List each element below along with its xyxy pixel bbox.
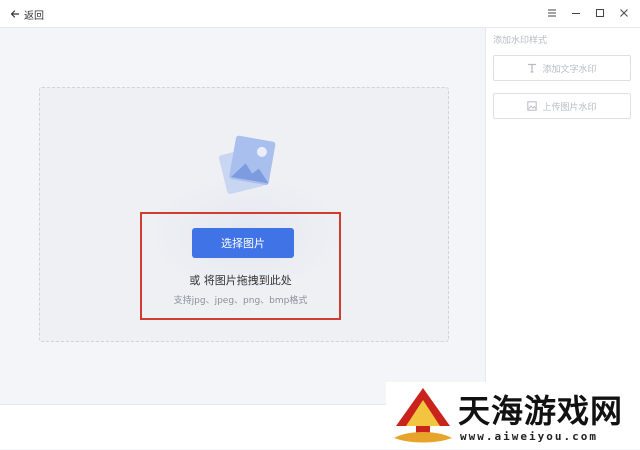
site-name: 天海游戏网 bbox=[458, 392, 624, 430]
title-bar: 返回 bbox=[0, 0, 640, 28]
upload-image-watermark-label: 上传图片水印 bbox=[542, 102, 597, 113]
workspace: 选择图片 或 将图片拖拽到此处 支持jpg、jpeg、png、bmp格式 bbox=[0, 28, 484, 404]
minimize-icon[interactable] bbox=[568, 5, 584, 21]
text-icon bbox=[527, 63, 537, 73]
supported-formats-text: 支持jpg、jpeg、png、bmp格式 bbox=[173, 296, 308, 306]
maximize-icon[interactable] bbox=[592, 5, 608, 21]
panel-title: 添加水印样式 bbox=[493, 36, 548, 46]
watermark-style-panel: 添加水印样式 添加文字水印 上传图片水印 bbox=[485, 28, 640, 404]
site-logo-icon bbox=[392, 386, 454, 446]
site-url: www.aiweiyou.com bbox=[460, 430, 598, 443]
back-label: 返回 bbox=[24, 10, 44, 22]
window-controls bbox=[544, 5, 632, 21]
drag-hint-text: 或 将图片拖拽到此处 bbox=[189, 274, 292, 287]
add-text-watermark-label: 添加文字水印 bbox=[542, 64, 597, 75]
picture-placeholder-icon bbox=[214, 128, 278, 200]
image-icon bbox=[527, 101, 538, 111]
back-button[interactable]: 返回 bbox=[10, 6, 44, 22]
close-icon[interactable] bbox=[616, 5, 632, 21]
select-image-button[interactable]: 选择图片 bbox=[192, 228, 294, 258]
site-watermark: 天海游戏网 www.aiweiyou.com bbox=[386, 382, 640, 448]
upload-image-watermark-button[interactable]: 上传图片水印 bbox=[493, 93, 631, 119]
arrow-left-icon bbox=[10, 9, 20, 19]
menu-icon[interactable] bbox=[544, 5, 560, 21]
add-text-watermark-button[interactable]: 添加文字水印 bbox=[493, 55, 631, 81]
